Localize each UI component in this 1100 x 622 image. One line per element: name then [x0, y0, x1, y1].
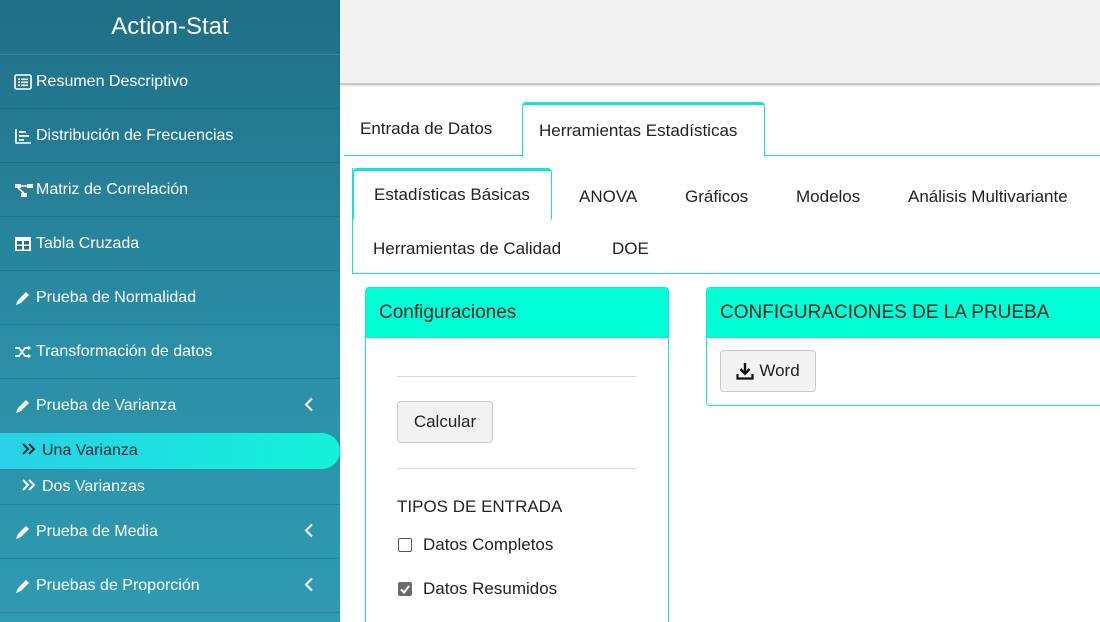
sidebar-item-pruebas-proporcion[interactable]: Pruebas de Proporción [0, 559, 340, 613]
app-title: Action-Stat [0, 0, 340, 55]
config-panel-title: Configuraciones [366, 288, 668, 338]
test-config-panel: CONFIGURACIONES DE LA PRUEBA Word [706, 287, 1100, 406]
double-chevron-right-icon [22, 442, 42, 460]
sidebar-subitem-label: Una Varianza [42, 442, 138, 459]
divider [397, 376, 636, 377]
sidebar-item-label: Transformación de datos [36, 342, 213, 360]
download-icon [736, 362, 754, 380]
sidebar-item-prueba-normalidad[interactable]: Prueba de Normalidad [0, 271, 340, 325]
tab-doe[interactable]: DOE [592, 223, 669, 275]
sidebar-subitem-label: Dos Varianzas [42, 477, 145, 495]
tab-herramientas-calidad[interactable]: Herramientas de Calidad [353, 223, 581, 275]
word-button-label: Word [759, 361, 800, 380]
input-types-label: TIPOS DE ENTRADA [397, 497, 563, 516]
sidebar-item-label: Prueba de Varianza [36, 397, 177, 414]
network-icon [14, 182, 34, 198]
tab-herramientas-estadisticas[interactable]: Herramientas Estadísticas [522, 102, 765, 157]
top-header-bar [340, 0, 1100, 85]
pencil-icon [14, 523, 34, 541]
calcular-button[interactable]: Calcular [397, 401, 493, 443]
chevron-left-icon[interactable] [304, 396, 314, 417]
sidebar-item-label: Matriz de Correlación [36, 180, 189, 198]
shuffle-icon [14, 344, 34, 360]
sidebar-subitem-una-varianza[interactable]: Una Varianza [0, 433, 340, 469]
tab-estadisticas-basicas[interactable]: Estadísticas Básicas [353, 168, 552, 220]
sidebar-item-prueba-varianza[interactable]: Prueba de Varianza [0, 379, 340, 433]
tab-analisis-multivariante[interactable]: Análisis Multivariante [888, 171, 1088, 223]
sidebar-item-resumen-descriptivo[interactable]: Resumen Descriptivo [0, 55, 340, 109]
table-icon [14, 236, 34, 252]
sidebar-item-label: Resumen Descriptivo [36, 72, 189, 90]
sidebar-item-label: Tabla Cruzada [36, 234, 140, 252]
chevron-left-icon[interactable] [304, 521, 314, 542]
word-download-button[interactable]: Word [720, 350, 816, 392]
option-label: Datos Resumidos [423, 579, 558, 598]
sidebar-item-label: Prueba de Normalidad [36, 288, 197, 306]
sub-tabs: Estadísticas Básicas ANOVA Gráficos Mode… [352, 168, 1100, 274]
sidebar-item-matriz-correlacion[interactable]: Matriz de Correlación [0, 163, 340, 217]
option-datos-completos[interactable]: Datos Completos [398, 535, 553, 555]
sidebar-subitem-dos-varianzas[interactable]: Dos Varianzas [0, 469, 340, 505]
tab-graficos[interactable]: Gráficos [665, 171, 768, 223]
sidebar-item-transformacion-datos[interactable]: Transformación de datos [0, 325, 340, 379]
sidebar-item-tabla-cruzada[interactable]: Tabla Cruzada [0, 217, 340, 271]
pencil-icon [14, 397, 34, 415]
double-chevron-right-icon [22, 478, 42, 496]
tab-entrada-datos[interactable]: Entrada de Datos [344, 102, 512, 156]
sidebar-item-label: Distribución de Frecuencias [36, 126, 234, 144]
option-datos-resumidos[interactable]: Datos Resumidos [398, 579, 557, 599]
main-tabs: Entrada de Datos Herramientas Estadístic… [344, 102, 1100, 157]
divider [397, 468, 636, 469]
tab-modelos[interactable]: Modelos [776, 171, 880, 223]
sidebar-item-prueba-media[interactable]: Prueba de Media [0, 505, 340, 559]
checkbox[interactable] [398, 538, 412, 552]
checkbox-checked[interactable] [398, 582, 412, 596]
check-icon [400, 584, 410, 594]
pencil-icon [14, 289, 34, 307]
list-alt-icon [14, 73, 34, 90]
sidebar: Action-Stat Resumen Descriptivo Distribu… [0, 0, 340, 622]
test-config-title: CONFIGURACIONES DE LA PRUEBA [707, 288, 1100, 338]
config-panel: Configuraciones Calcular TIPOS DE ENTRAD… [365, 287, 669, 622]
sidebar-item-label: Prueba de Media [36, 522, 158, 540]
pencil-icon [14, 577, 34, 595]
tab-anova[interactable]: ANOVA [559, 171, 657, 223]
option-label: Datos Completos [423, 535, 554, 554]
bar-list-icon [14, 128, 34, 144]
chevron-left-icon[interactable] [304, 575, 314, 596]
sidebar-item-distribucion-frecuencias[interactable]: Distribución de Frecuencias [0, 109, 340, 163]
sidebar-item-label: Pruebas de Proporción [36, 576, 200, 594]
